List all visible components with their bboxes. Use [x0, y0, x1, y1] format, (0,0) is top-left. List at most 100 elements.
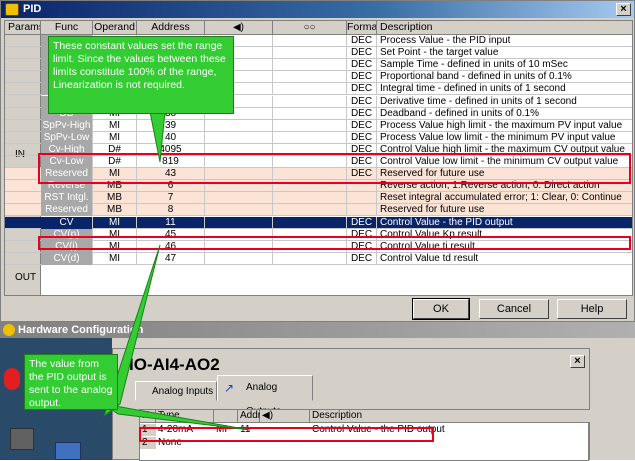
- description-cell[interactable]: Control Value td result: [377, 253, 632, 265]
- address-cell[interactable]: 8: [137, 204, 205, 217]
- header-speaker-icon-col[interactable]: ◀): [205, 21, 273, 35]
- format-cell[interactable]: DEC: [347, 156, 377, 168]
- glasses-cell[interactable]: [273, 47, 347, 60]
- format-cell[interactable]: DEC: [347, 83, 377, 96]
- func-cell[interactable]: CV: [41, 216, 93, 229]
- hw-addr-cell[interactable]: 11: [238, 424, 260, 436]
- operand-cell[interactable]: MI: [93, 240, 137, 253]
- speaker-cell[interactable]: [205, 156, 273, 168]
- format-cell[interactable]: DEC: [347, 35, 377, 47]
- speaker-cell[interactable]: [205, 180, 273, 193]
- col-no[interactable]: No.: [140, 410, 158, 423]
- func-cell[interactable]: Cv-Low: [41, 156, 93, 168]
- operand-cell[interactable]: MI: [93, 168, 137, 181]
- operand-cell[interactable]: D#: [93, 143, 137, 156]
- func-cell[interactable]: CV(d): [41, 252, 93, 265]
- col-speaker[interactable]: ◀): [260, 410, 310, 423]
- plc-icon[interactable]: [10, 428, 34, 450]
- hw-icon-cell[interactable]: [260, 437, 310, 449]
- hw-titlebar[interactable]: Hardware Configuration: [0, 322, 635, 338]
- format-cell[interactable]: DEC: [347, 228, 377, 241]
- description-cell[interactable]: Control Value Kp result: [377, 229, 632, 241]
- operand-cell[interactable]: MI: [93, 131, 137, 144]
- description-cell[interactable]: Control Value - the PID output: [377, 217, 632, 229]
- description-cell[interactable]: Process Value - the PID input: [377, 35, 632, 47]
- format-cell[interactable]: DEC: [347, 143, 377, 156]
- glasses-cell[interactable]: [273, 192, 347, 205]
- description-cell[interactable]: Reserved for future use: [377, 204, 632, 216]
- header-operand[interactable]: Operand: [93, 21, 137, 35]
- param-row[interactable]: Reserved MB 8 Reserved for future use: [5, 204, 632, 217]
- glasses-cell[interactable]: [273, 95, 347, 108]
- speaker-cell[interactable]: [205, 192, 273, 205]
- pid-titlebar[interactable]: PID ×: [1, 1, 634, 18]
- operand-cell[interactable]: MI: [93, 119, 137, 132]
- operand-cell[interactable]: D#: [93, 156, 137, 168]
- format-cell[interactable]: DEC: [347, 131, 377, 144]
- func-cell[interactable]: SpPv-High: [41, 119, 93, 132]
- description-cell[interactable]: Deadband - defined in units of 0.1%: [377, 108, 632, 120]
- address-cell[interactable]: 39: [137, 119, 205, 132]
- header-format[interactable]: Format: [347, 21, 377, 35]
- description-cell[interactable]: Reserved for future use: [377, 168, 632, 180]
- glasses-cell[interactable]: [273, 168, 347, 181]
- speaker-cell[interactable]: [205, 228, 273, 241]
- param-row[interactable]: CV(d) MI 47 DEC Control Value td result: [5, 252, 632, 265]
- format-cell[interactable]: [347, 180, 377, 193]
- func-cell[interactable]: Reverse: [41, 180, 93, 193]
- operand-cell[interactable]: MB: [93, 192, 137, 205]
- format-cell[interactable]: DEC: [347, 252, 377, 265]
- param-row[interactable]: Cv-High D# 4095 DEC Control Value high limit…: [5, 143, 632, 156]
- address-cell[interactable]: 45: [137, 228, 205, 241]
- operand-cell[interactable]: MI: [93, 228, 137, 241]
- glasses-cell[interactable]: [273, 204, 347, 217]
- glasses-cell[interactable]: [273, 143, 347, 156]
- param-row[interactable]: Cv-Low D# 819 DEC Control Value low limit - …: [5, 156, 632, 168]
- param-row[interactable]: Reserved MI 43 DEC Reserved for future use: [5, 168, 632, 181]
- address-cell[interactable]: 40: [137, 131, 205, 144]
- description-cell[interactable]: Derivative time - defined in units of 1 …: [377, 96, 632, 108]
- operand-cell[interactable]: MI: [93, 252, 137, 265]
- format-cell[interactable]: DEC: [347, 168, 377, 181]
- cancel-button[interactable]: Cancel: [479, 299, 549, 319]
- format-cell[interactable]: DEC: [347, 240, 377, 253]
- glasses-cell[interactable]: [273, 131, 347, 144]
- hw-type-cell[interactable]: None: [156, 437, 214, 449]
- tab-analog-outputs[interactable]: ↗ Analog Outputs: [217, 375, 313, 417]
- address-cell[interactable]: 46: [137, 240, 205, 253]
- param-row[interactable]: SpPv-High MI 39 DEC Process Value high limit…: [5, 119, 632, 132]
- hw-icon-cell[interactable]: [260, 424, 310, 436]
- header-params[interactable]: Params: [5, 21, 41, 35]
- hw-operand-cell[interactable]: [214, 437, 238, 449]
- hw-no-cell[interactable]: 2: [140, 437, 156, 449]
- speaker-cell[interactable]: [205, 252, 273, 265]
- param-row[interactable]: CV(p) MI 45 DEC Control Value Kp result: [5, 228, 632, 241]
- format-cell[interactable]: DEC: [347, 47, 377, 60]
- description-cell[interactable]: Sample Time - defined in units of 10 mSe…: [377, 59, 632, 71]
- description-cell[interactable]: Process Value low limit - the minimum PV…: [377, 132, 632, 144]
- func-cell[interactable]: CV(i): [41, 240, 93, 253]
- glasses-cell[interactable]: [273, 240, 347, 253]
- speaker-cell[interactable]: [205, 168, 273, 181]
- col-type[interactable]: Type: [156, 410, 214, 423]
- address-cell[interactable]: 6: [137, 180, 205, 193]
- address-cell[interactable]: 43: [137, 168, 205, 181]
- hw-desc-cell[interactable]: [310, 437, 590, 449]
- glasses-cell[interactable]: [273, 83, 347, 96]
- col-addr[interactable]: Addr: [238, 410, 261, 423]
- glasses-cell[interactable]: [273, 59, 347, 72]
- glasses-cell[interactable]: [273, 216, 347, 229]
- glasses-cell[interactable]: [273, 119, 347, 132]
- func-cell[interactable]: SpPv-Low: [41, 131, 93, 144]
- col-operand[interactable]: [214, 410, 238, 423]
- glasses-cell[interactable]: [273, 228, 347, 241]
- header-glasses-icon-col[interactable]: ○○: [273, 21, 347, 35]
- format-cell[interactable]: DEC: [347, 95, 377, 108]
- hw-operand-cell[interactable]: MI: [214, 424, 238, 436]
- description-cell[interactable]: Control Value high limit - the maximum C…: [377, 144, 632, 156]
- header-description[interactable]: Description: [377, 21, 632, 35]
- format-cell[interactable]: [347, 192, 377, 205]
- glasses-cell[interactable]: [273, 252, 347, 265]
- ok-button[interactable]: OK: [412, 298, 470, 320]
- param-row[interactable]: RST Intgl. MB 7 Reset integral accumulated …: [5, 192, 632, 205]
